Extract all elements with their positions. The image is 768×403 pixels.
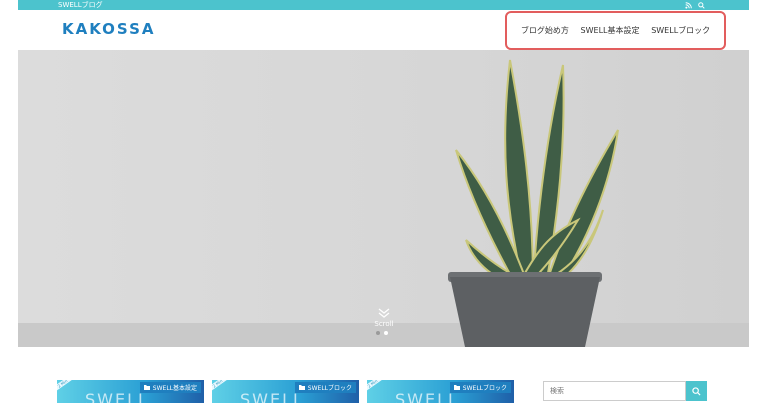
card-image-text: SWELL [85,390,149,403]
plant-illustration [455,59,619,292]
read-time-ribbon: 2 Min [57,380,74,393]
slider-dot-active[interactable] [384,331,388,335]
slider-dot[interactable] [376,331,380,335]
topbar-icons [685,0,705,10]
sidebar-search [543,381,686,401]
search-icon [692,386,701,396]
category-badge: SWELLブロック [449,382,511,393]
category-badge: SWELLブロック [294,382,356,393]
chevron-down-icon [378,308,390,318]
read-time-ribbon: 2 Min [212,380,229,393]
category-label: SWELLブロック [307,385,352,392]
scroll-indicator[interactable]: Scroll [370,308,398,328]
plant-pot [450,277,600,347]
site-logo[interactable]: KAKOSSA [62,20,155,38]
global-nav: ブログ始め方 SWELL基本設定 SWELLブロック [505,11,726,50]
slider-pagination [376,331,388,335]
nav-item-blog-start[interactable]: ブログ始め方 [521,25,569,36]
category-label: SWELLブロック [462,385,507,392]
card-image-text: SWELL [395,390,459,403]
read-time-ribbon: 2 Min [367,380,384,393]
card-image-text: SWELL [240,390,304,403]
post-card[interactable]: 2 Min SWELLブロック SWELL [212,380,359,403]
top-bar: SWELLブログ [18,0,749,10]
category-label: SWELL基本設定 [152,385,197,392]
nav-item-swell-blocks[interactable]: SWELLブロック [651,25,710,36]
scroll-label: Scroll [374,320,394,328]
site-tagline: SWELLブログ [58,1,103,9]
hero-slider: Scroll [18,50,749,347]
post-card[interactable]: 2 Min SWELLブロック SWELL [367,380,514,403]
category-badge: SWELL基本設定 [139,382,201,393]
post-card[interactable]: 2 Min SWELL基本設定 SWELL [57,380,204,403]
nav-item-swell-settings[interactable]: SWELL基本設定 [581,25,640,36]
search-input[interactable] [544,382,685,400]
search-icon[interactable] [698,1,705,9]
search-button[interactable] [686,381,707,401]
rss-icon[interactable] [685,1,692,9]
site-header: KAKOSSA ブログ始め方 SWELL基本設定 SWELLブロック [18,10,749,50]
